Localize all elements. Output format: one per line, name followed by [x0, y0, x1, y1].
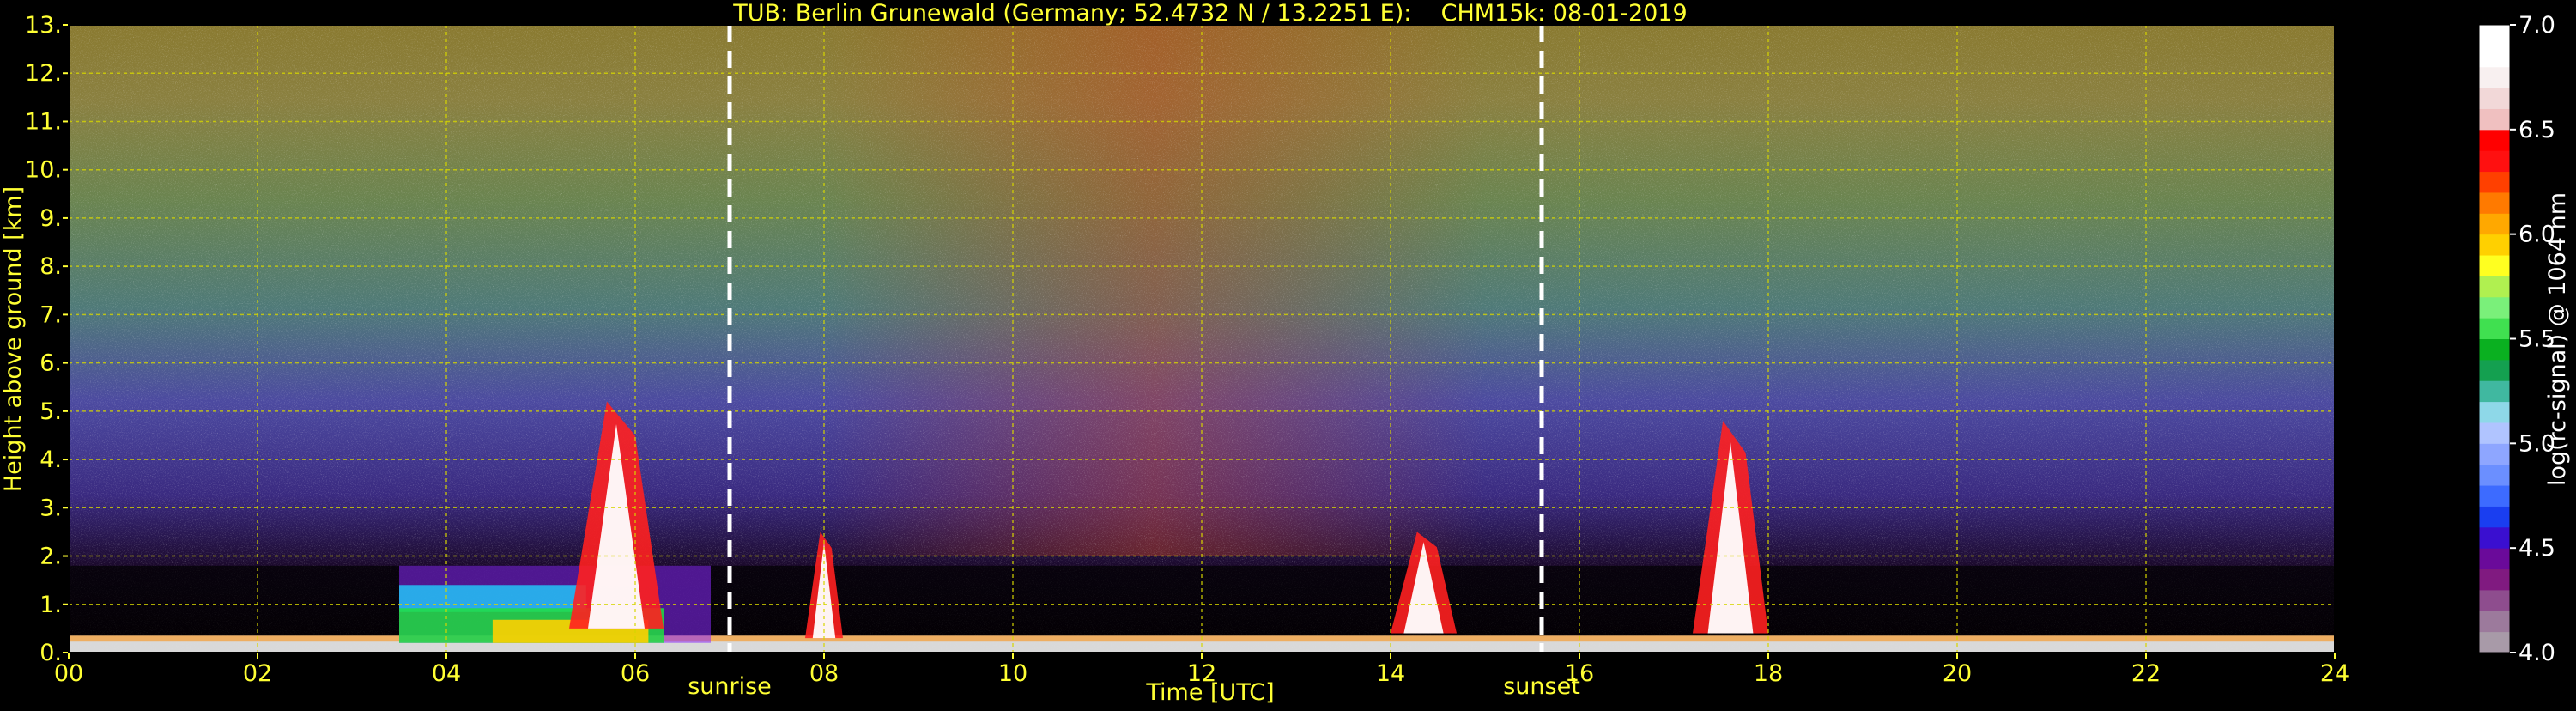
y-tick-label: 12. — [25, 60, 62, 87]
sunrise-label: sunrise — [688, 673, 772, 700]
colorbar-swatch — [2479, 422, 2510, 444]
boundary-layer-core — [399, 585, 586, 612]
noise-texture — [69, 25, 2335, 653]
colorbar-swatch — [2479, 380, 2510, 403]
x-axis-label: Time [UTC] — [1145, 679, 1274, 706]
colorbar-swatch — [2479, 150, 2510, 173]
colorbar-swatch — [2479, 401, 2510, 423]
y-tick-label: 9. — [39, 205, 62, 232]
colorbar-swatch — [2479, 108, 2510, 131]
chart: sunrise sunset 00 02 04 06 08 10 12 14 16 18 20 22 24… — [0, 0, 2576, 708]
colorbar-swatch — [2479, 191, 2510, 214]
colorbar-swatch — [2479, 129, 2510, 151]
colorbar-tick-label: 7.0 — [2518, 12, 2555, 39]
y-tick-label: 3. — [39, 495, 62, 521]
x-tick-label: 16 — [1565, 660, 1594, 687]
colorbar-swatch — [2479, 526, 2510, 549]
y-tick-label: 10. — [25, 157, 62, 184]
colorbar-tick-label: 4.5 — [2518, 535, 2555, 562]
colorbar-swatch — [2479, 296, 2510, 319]
colorbar-swatch — [2479, 234, 2510, 256]
colorbar-swatch — [2479, 631, 2510, 653]
x-tick-label: 20 — [1943, 660, 1972, 687]
colorbar-swatch — [2479, 171, 2510, 193]
colorbar-swatch — [2479, 25, 2510, 46]
y-tick-label: 1. — [39, 592, 62, 618]
colorbar-swatch — [2479, 548, 2510, 570]
colorbar-swatch — [2479, 589, 2510, 611]
x-tick-label: 08 — [809, 660, 839, 687]
colorbar-swatch — [2479, 66, 2510, 88]
colorbar-label: log(rc-signal) @ 1064 nm — [2544, 192, 2571, 486]
colorbar-swatch — [2479, 485, 2510, 507]
colorbar-swatch — [2479, 443, 2510, 465]
x-tick-label: 18 — [1754, 660, 1783, 687]
colorbar-tick-label: 4.0 — [2518, 640, 2555, 666]
y-tick-label: 13. — [25, 12, 62, 39]
colorbar-swatch — [2479, 338, 2510, 361]
y-tick-label: 7. — [39, 301, 62, 328]
colorbar-swatch — [2479, 611, 2510, 633]
y-tick-label: 2. — [39, 544, 62, 570]
colorbar-swatch — [2479, 88, 2510, 109]
colorbar-tick-label: 6.5 — [2518, 117, 2555, 143]
x-tick-label: 24 — [2320, 660, 2349, 687]
y-tick-label: 5. — [39, 398, 62, 425]
y-tick-label: 11. — [25, 108, 62, 135]
colorbar-swatch — [2479, 213, 2510, 235]
colorbar-swatch — [2479, 506, 2510, 528]
y-axis-label: Height above ground [km] — [0, 186, 27, 492]
colorbar-swatch — [2479, 464, 2510, 486]
x-tick-label: 04 — [432, 660, 461, 687]
y-tick-label: 6. — [39, 350, 62, 377]
colorbar-swatch — [2479, 359, 2510, 381]
x-tick-label: 10 — [998, 660, 1027, 687]
colorbar-swatch — [2479, 46, 2510, 68]
x-tick-label: 14 — [1376, 660, 1405, 687]
y-tick-label: 0. — [39, 640, 62, 666]
y-tick-label: 8. — [39, 253, 62, 280]
colorbar-swatch — [2479, 276, 2510, 298]
y-tick-label: 4. — [39, 447, 62, 473]
x-tick-label: 06 — [621, 660, 650, 687]
x-tick-label: 22 — [2131, 660, 2161, 687]
colorbar-swatch — [2479, 568, 2510, 591]
x-tick-label: 02 — [243, 660, 272, 687]
colorbar-swatch — [2479, 318, 2510, 339]
colorbar-swatch — [2479, 255, 2510, 276]
chart-title: TUB: Berlin Grunewald (Germany; 52.4732 … — [732, 0, 1687, 27]
chart-svg: sunrise sunset 00 02 04 06 08 10 12 14 16 18 20 22 24… — [0, 0, 2571, 706]
